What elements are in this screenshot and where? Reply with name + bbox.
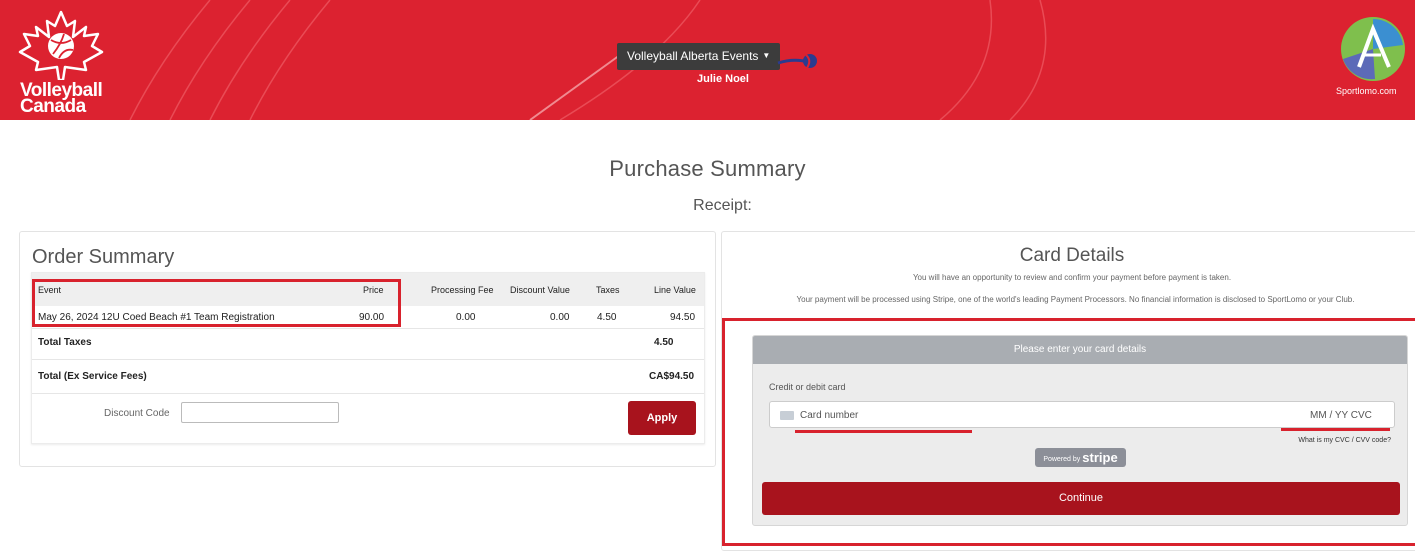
card-number-placeholder: Card number [800,410,859,421]
card-details-title: Card Details [1019,245,1125,266]
total-taxes-label: Total Taxes [38,337,92,348]
column-header-line-value: Line Value [654,285,696,295]
total-taxes-row: Total Taxes 4.50 [32,328,704,359]
row-line-value: 94.50 [670,312,696,323]
card-number-input[interactable]: Card number MM / YY CVC [769,401,1395,428]
total-row: Total (Ex Service Fees) CA$94.50 [32,359,704,393]
caret-down-icon: ▼ [762,51,771,60]
review-note: You will have an opportunity to review a… [912,273,1232,282]
sportlomo-logo[interactable] [1335,15,1411,85]
discount-code-input[interactable] [181,402,339,423]
discount-code-label: Discount Code [104,408,170,419]
receipt-label: Receipt: [693,197,752,214]
events-dropdown-label: Volleyball Alberta Events [627,49,759,63]
stripe-card-form: Please enter your card details Credit or… [752,335,1408,526]
maple-leaf-icon [18,10,104,80]
row-taxes: 4.50 [597,312,617,323]
total-value: CA$94.50 [649,371,695,382]
stripe-form-header: Please enter your card details [753,336,1407,364]
highlight-annotation-box [32,279,401,327]
cvc-help-link[interactable]: What is my CVC / CVV code? [1288,437,1391,444]
divider [32,393,704,394]
volleyball-alberta-logo [777,54,817,69]
column-header-processing-fee: Processing Fee [431,285,494,295]
order-summary-panel: Order Summary Event Price Processing Fee… [19,231,716,467]
stripe-note: Your payment will be processed using Str… [796,295,1355,304]
volleyball-canada-logo[interactable]: Volleyball Canada [14,10,114,116]
brand-wordmark: Volleyball Canada [20,81,103,117]
column-header-taxes: Taxes [596,285,620,295]
powered-by-stripe-badge[interactable]: Powered by stripe [1035,448,1126,467]
sportlomo-link[interactable]: Sportlomo.com [1336,86,1397,96]
column-header-discount-value: Discount Value [510,285,570,295]
red-underline-annotation [795,430,972,433]
row-processing-fee: 0.00 [456,312,476,323]
order-summary-title: Order Summary [32,246,175,268]
total-taxes-value: 4.50 [654,337,674,348]
site-header: Volleyball Canada Volleyball Alberta Eve… [0,0,1415,120]
powered-by-text: Powered by [1043,456,1081,463]
continue-button[interactable]: Continue [762,482,1400,515]
brand-line-2: Canada [20,96,86,117]
apply-button[interactable]: Apply [628,401,696,435]
user-name[interactable]: Julie Noel [617,73,829,85]
row-discount-value: 0.00 [550,312,570,323]
page-title: Purchase Summary [609,156,806,181]
events-dropdown[interactable]: Volleyball Alberta Events ▼ [617,43,781,70]
red-underline-annotation [1281,428,1390,431]
expiry-cvc-placeholder[interactable]: MM / YY CVC [1310,410,1372,421]
stripe-logo-text: stripe [1082,450,1118,465]
total-label: Total (Ex Service Fees) [38,371,147,382]
credit-card-icon [780,411,794,420]
card-field-label: Credit or debit card [769,382,846,392]
